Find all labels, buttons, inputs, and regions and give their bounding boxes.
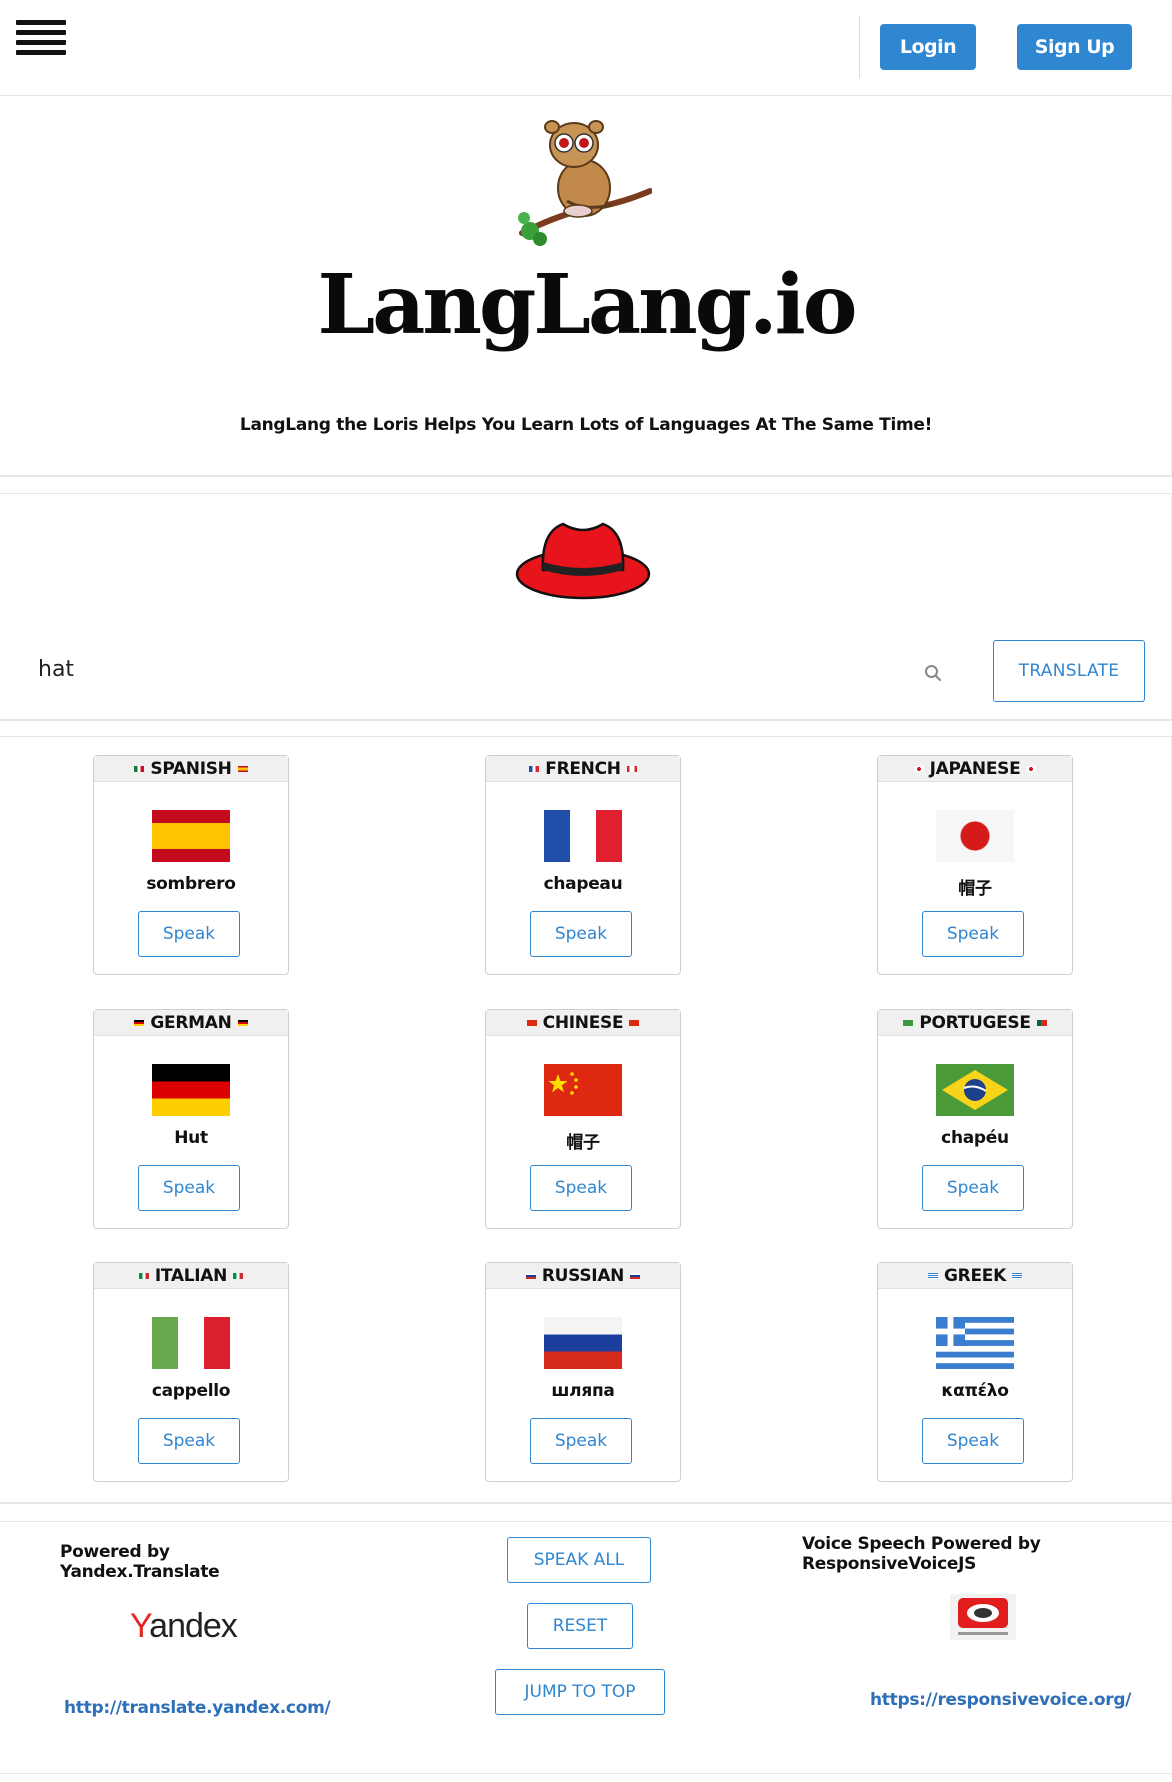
speak-button[interactable]: Speak (138, 1418, 240, 1464)
login-button[interactable]: Login (880, 24, 976, 70)
greece-flag-icon (936, 1317, 1014, 1369)
language-label: GREEK (944, 1265, 1006, 1286)
speak-button[interactable]: Speak (922, 1418, 1024, 1464)
translated-word: καπέλο (941, 1381, 1009, 1401)
navbar-divider (859, 16, 860, 78)
china-mini-flag-icon (526, 1019, 537, 1026)
speak-button[interactable]: Speak (138, 1165, 240, 1211)
language-card-japanese: JAPANESE 帽子 Speak (877, 755, 1073, 975)
japan-flag-icon (936, 810, 1014, 862)
translated-word: chapeau (543, 874, 623, 894)
tagline: LangLang the Loris Helps You Learn Lots … (239, 415, 933, 435)
language-label: PORTUGESE (919, 1012, 1031, 1033)
brazil-mini-flag-icon (903, 1019, 914, 1026)
translated-word: cappello (151, 1381, 231, 1401)
canada-mini-flag-icon (626, 765, 637, 772)
translated-word: sombrero (146, 874, 236, 894)
portugal-mini-flag-icon (1036, 1019, 1047, 1026)
translation-grid: SPANISH sombrero Speak FRENCH chapeau Sp… (0, 736, 1172, 1504)
translated-word: 帽子 (958, 879, 992, 899)
france-mini-flag-icon (529, 765, 540, 772)
italy-flag-icon (152, 1317, 230, 1369)
speak-button[interactable]: Speak (138, 911, 240, 957)
yandex-link[interactable]: http://translate.yandex.com/ (64, 1698, 331, 1718)
translated-word: chapéu (941, 1128, 1009, 1148)
search-input[interactable] (22, 646, 942, 692)
language-card-chinese: CHINESE 帽子 Speak (485, 1009, 681, 1229)
translated-word: шляпа (551, 1381, 615, 1401)
germany-flag-icon (152, 1064, 230, 1116)
japan-mini-flag-icon (913, 765, 924, 772)
search-icon[interactable] (924, 664, 942, 682)
language-label: ITALIAN (154, 1265, 228, 1286)
italy-mini-flag-icon (138, 1272, 149, 1279)
greece-mini-flag-icon (1011, 1272, 1022, 1279)
responsivevoice-link[interactable]: https://responsivevoice.org/ (870, 1690, 1131, 1710)
translate-button[interactable]: TRANSLATE (993, 640, 1145, 702)
russia-mini-flag-icon (525, 1272, 536, 1279)
brazil-flag-icon (936, 1064, 1014, 1116)
search-section: TRANSLATE (0, 493, 1172, 721)
speak-button[interactable]: Speak (530, 1418, 632, 1464)
responsivevoice-logo-icon (950, 1594, 1016, 1640)
speak-button[interactable]: Speak (922, 911, 1024, 957)
italy-mini-flag-icon (233, 1272, 244, 1279)
translated-word: 帽子 (566, 1133, 600, 1153)
russia-mini-flag-icon (630, 1272, 641, 1279)
language-card-french: FRENCH chapeau Speak (485, 755, 681, 975)
france-flag-icon (544, 810, 622, 862)
language-card-italian: ITALIAN cappello Speak (93, 1262, 289, 1482)
loris-mascot-icon (518, 120, 652, 246)
language-label: SPANISH (150, 758, 232, 779)
brand-title: LangLang.io (317, 257, 858, 353)
yandex-logo: Yandex (130, 1607, 238, 1645)
responsivevoice-credit: Voice Speech Powered by ResponsiveVoiceJ… (802, 1534, 1041, 1574)
top-navbar: Login Sign Up (0, 0, 1172, 96)
language-label: RUSSIAN (541, 1265, 625, 1286)
hero-section: LangLang.io LangLang the Loris Helps You… (0, 97, 1172, 477)
spain-mini-flag-icon (237, 765, 248, 772)
language-card-german: GERMAN Hut Speak (93, 1009, 289, 1229)
germany-mini-flag-icon (134, 1019, 145, 1026)
greece-mini-flag-icon (928, 1272, 939, 1279)
speak-button[interactable]: Speak (530, 1165, 632, 1211)
language-card-spanish: SPANISH sombrero Speak (93, 755, 289, 975)
hamburger-menu-icon[interactable] (16, 20, 66, 60)
speak-all-button[interactable]: SPEAK ALL (507, 1537, 651, 1583)
speak-button[interactable]: Speak (530, 911, 632, 957)
language-label: GERMAN (150, 1012, 232, 1033)
language-card-russian: RUSSIAN шляпа Speak (485, 1262, 681, 1482)
mexico-mini-flag-icon (134, 765, 145, 772)
japan-mini-flag-icon (1026, 765, 1037, 772)
language-card-greek: GREEK καπέλο Speak (877, 1262, 1073, 1482)
language-card-portugese: PORTUGESE chapéu Speak (877, 1009, 1073, 1229)
language-label: JAPANESE (929, 758, 1021, 779)
russia-flag-icon (544, 1317, 622, 1369)
spain-flag-icon (152, 810, 230, 862)
speak-button[interactable]: Speak (922, 1165, 1024, 1211)
china-mini-flag-icon (629, 1019, 640, 1026)
footer: Powered by Yandex.Translate Yandex http:… (0, 1521, 1172, 1774)
germany-mini-flag-icon (237, 1019, 248, 1026)
translated-word: Hut (174, 1128, 208, 1148)
language-label: FRENCH (545, 758, 621, 779)
yandex-credit: Powered by Yandex.Translate (60, 1542, 220, 1582)
language-label: CHINESE (542, 1012, 624, 1033)
china-flag-icon (544, 1064, 622, 1116)
signup-button[interactable]: Sign Up (1017, 24, 1132, 70)
reset-button[interactable]: RESET (527, 1603, 633, 1649)
jump-to-top-button[interactable]: JUMP TO TOP (495, 1669, 665, 1715)
hat-icon (515, 522, 651, 600)
